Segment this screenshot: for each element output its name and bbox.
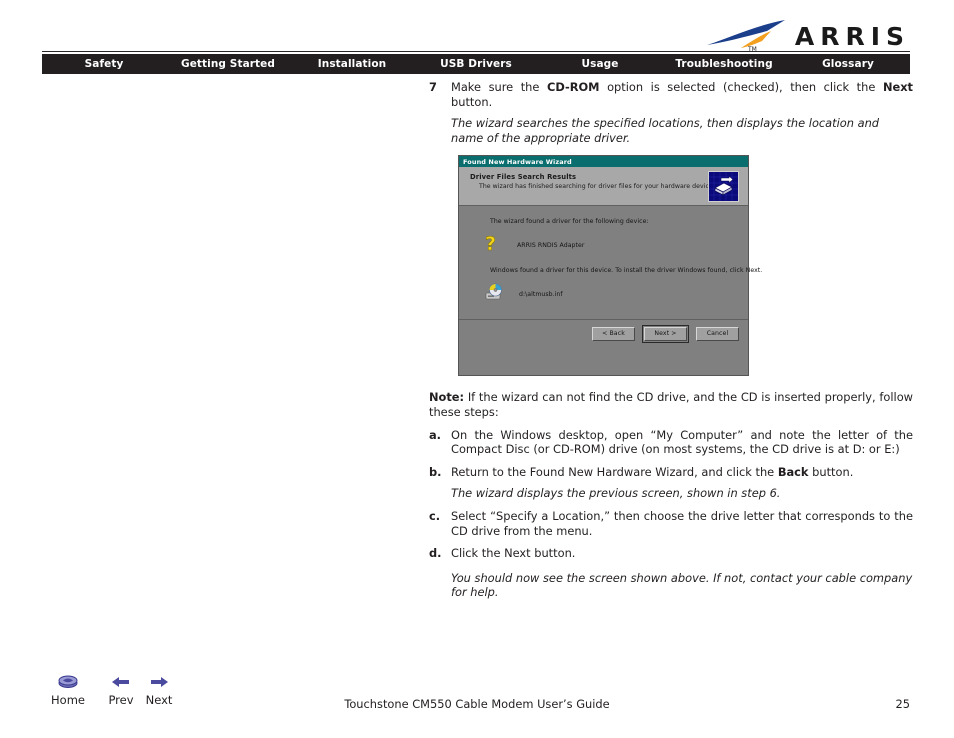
substep-b: b. Return to the Found New Hardware Wiza… [429,465,913,501]
substep-a-text: On the Windows desktop, open “My Compute… [451,427,913,457]
right-arrow-icon [148,672,170,692]
substep-b-bold-back: Back [777,464,809,479]
step-7-text-part2: option is selected (checked), then click… [599,80,883,94]
nav-item-installation[interactable]: Installation [290,54,414,74]
substep-b-text: Return to the Found New Hardware Wizard,… [451,465,913,480]
svg-text:?: ? [485,233,496,253]
wizard-cancel-button[interactable]: Cancel [696,326,739,341]
footer-page-number: 25 [895,697,911,711]
wizard-body-line-1: The wizard found a driver for the follow… [490,218,649,226]
wizard-back-button[interactable]: < Back [592,326,635,341]
substep-b-letter: b. [429,464,442,479]
nav-item-getting-started[interactable]: Getting Started [166,54,290,74]
step-7: 7 Make sure the CD-ROM option is selecte… [429,80,913,145]
wizard-header-subtitle: The wizard has finished searching for dr… [479,183,715,191]
page-root: TM ARRIS Safety Getting Started Installa… [0,0,954,738]
substep-c-text: Select “Specify a Location,” then choose… [451,508,913,538]
wizard-screenshot-figure: Found New Hardware Wizard Driver Files S… [458,155,763,377]
wizard-button-bar: < Back Next > Cancel [459,319,748,348]
left-arrow-icon [110,672,132,692]
nav-item-safety[interactable]: Safety [42,54,166,74]
home-disc-icon [56,672,80,692]
main-content: 7 Make sure the CD-ROM option is selecte… [429,80,913,600]
wizard-next-button[interactable]: Next > [642,324,689,343]
wizard-device-row: ? ARRIS RNDIS Adapter [459,233,748,257]
nav-item-glossary[interactable]: Glossary [786,54,910,74]
wizard-body-line-2: Windows found a driver for this device. … [490,267,763,275]
step-7-bold-cdrom: CD-ROM [546,80,600,94]
substep-c-letter: c. [429,508,441,523]
substep-b-text-part2: button. [808,464,854,479]
driver-search-wizard-icon [708,171,739,203]
substep-d-italic-note: You should now see the screen shown abov… [451,570,913,600]
note-text: If the wizard can not find the CD drive,… [429,390,913,419]
wizard-body: The wizard found a driver for the follow… [459,206,763,348]
wizard-header-title: Driver Files Search Results [470,173,577,182]
note-label: Note: [429,390,465,405]
unknown-device-question-icon: ? [485,233,501,257]
wizard-titlebar: Found New Hardware Wizard [459,156,748,168]
header-divider [42,51,910,52]
nav-item-usb-drivers[interactable]: USB Drivers [414,54,538,74]
cd-drive-icon [485,283,503,305]
step-7-result-note: The wizard searches the specified locati… [451,116,880,145]
wizard-driver-path-row: d:\altmusb.inf [459,283,748,305]
note-block: Note: If the wizard can not find the CD … [429,390,913,419]
note-paragraph: Note: If the wizard can not find the CD … [429,390,913,419]
found-new-hardware-wizard-dialog: Found New Hardware Wizard Driver Files S… [458,155,763,377]
step-7-bold-next: Next [882,80,913,94]
main-navigation-bar: Safety Getting Started Installation USB … [42,54,910,74]
substep-d-text: Click the Next button. [451,546,576,561]
nav-item-usage[interactable]: Usage [538,54,662,74]
arris-wordmark: ARRIS [794,21,910,51]
step-7-text-part1: Make sure the [451,80,547,94]
step-7-text: Make sure the CD-ROM option is selected … [451,80,913,109]
wizard-device-name: ARRIS RNDIS Adapter [517,241,585,249]
substep-a: a. On the Windows desktop, open “My Comp… [429,428,913,457]
substep-d: d. Click the Next button. You should now… [429,546,913,600]
substep-b-italic-note: The wizard displays the previous screen,… [451,486,781,501]
substep-c: c. Select “Specify a Location,” then cho… [429,509,913,538]
wizard-driver-path: d:\altmusb.inf [519,290,563,298]
footer-document-title: Touchstone CM550 Cable Modem User’s Guid… [344,697,610,711]
substep-b-text-part1: Return to the Found New Hardware Wizard,… [451,464,778,479]
wizard-header: Driver Files Search Results The wizard h… [459,167,748,207]
substep-d-letter: d. [429,546,442,561]
step-7-text-part3: button. [451,94,493,109]
substep-a-letter: a. [429,427,442,442]
nav-item-troubleshooting[interactable]: Troubleshooting [662,54,786,74]
step-7-number: 7 [429,80,437,94]
